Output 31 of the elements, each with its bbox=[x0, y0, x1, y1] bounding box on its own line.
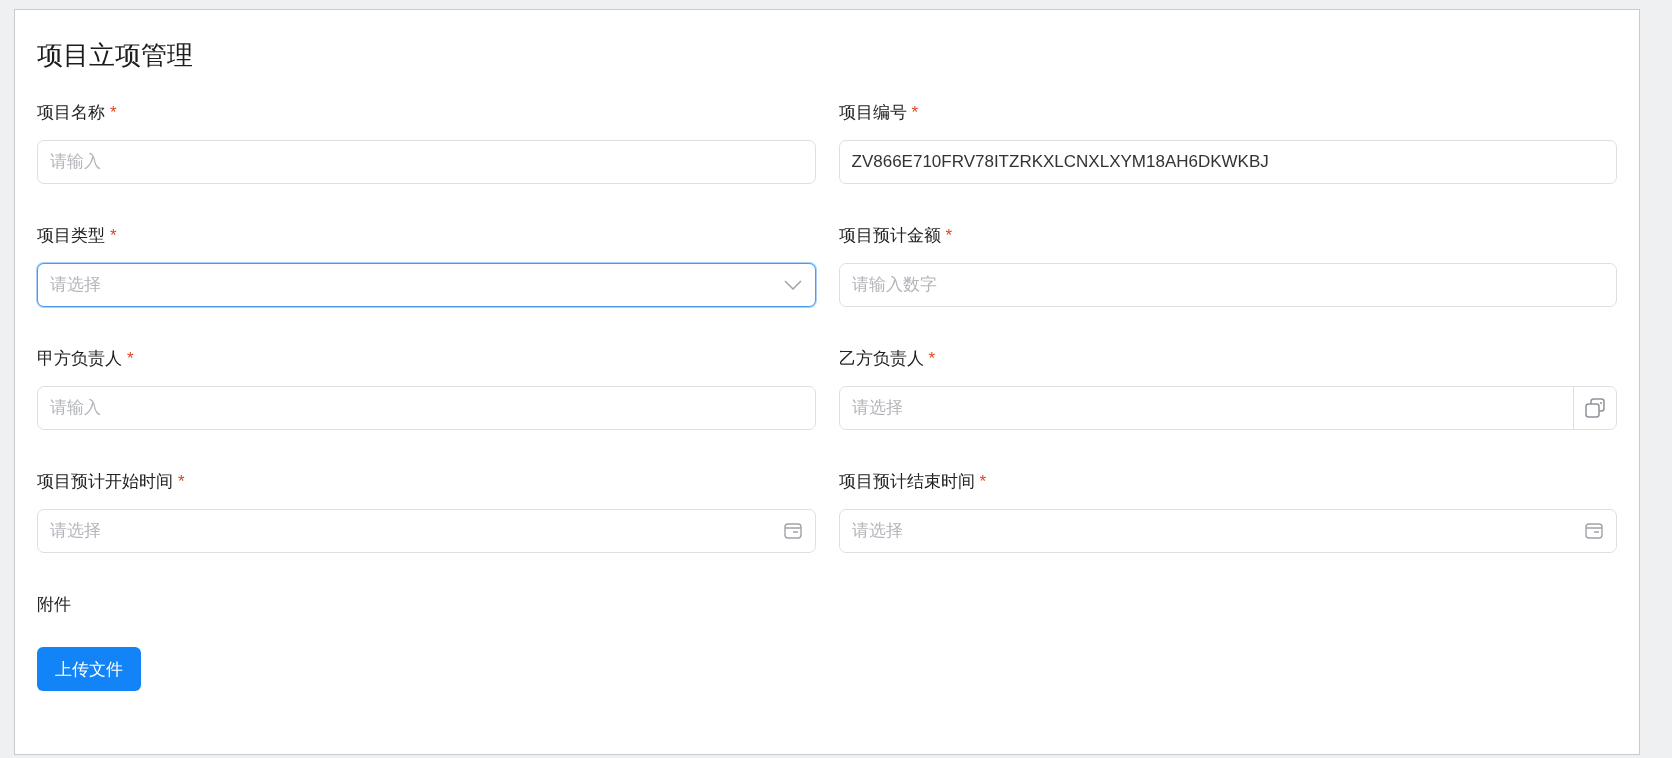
required-mark: * bbox=[127, 349, 134, 369]
windows-icon bbox=[1584, 397, 1606, 419]
required-mark: * bbox=[110, 103, 117, 123]
calendar-icon bbox=[783, 523, 802, 539]
input-field[interactable]: 请输入数字 bbox=[838, 263, 1617, 307]
field-label: 项目类型 bbox=[37, 226, 105, 246]
input-field[interactable]: 请输入 bbox=[37, 140, 816, 184]
required-mark: * bbox=[178, 472, 185, 492]
field-label: 项目编号 bbox=[838, 103, 907, 123]
input-field[interactable]: 请输入 bbox=[37, 386, 816, 430]
chevron-down-icon bbox=[783, 280, 802, 290]
date-field[interactable]: 请选择 bbox=[838, 509, 1617, 553]
input-field[interactable]: 请选择 bbox=[838, 386, 1617, 430]
required-mark: * bbox=[911, 103, 919, 123]
date-field[interactable]: 请选择 bbox=[37, 509, 816, 553]
field-label: 项目预计开始时间 bbox=[37, 472, 173, 492]
field-label: 附件 bbox=[37, 595, 71, 615]
field-label: 项目预计金额 bbox=[838, 226, 941, 246]
field-label: 项目名称 bbox=[37, 103, 105, 123]
select-field[interactable]: 请选择 bbox=[37, 263, 816, 307]
required-mark: * bbox=[979, 472, 987, 492]
required-mark: * bbox=[928, 349, 936, 369]
input-field[interactable]: ZV866E710FRV78ITZRKXLCNXLXYM18AH6DKWKBJ bbox=[838, 140, 1617, 184]
page-title: 项目立项管理 bbox=[37, 40, 194, 70]
required-mark: * bbox=[110, 226, 117, 246]
calendar-icon bbox=[1585, 523, 1603, 539]
field-label: 甲方负责人 bbox=[37, 349, 122, 369]
field-label: 项目预计结束时间 bbox=[838, 472, 975, 492]
required-mark: * bbox=[945, 226, 953, 246]
field-label: 乙方负责人 bbox=[838, 349, 924, 369]
upload-button[interactable]: 上传文件 bbox=[37, 647, 141, 691]
